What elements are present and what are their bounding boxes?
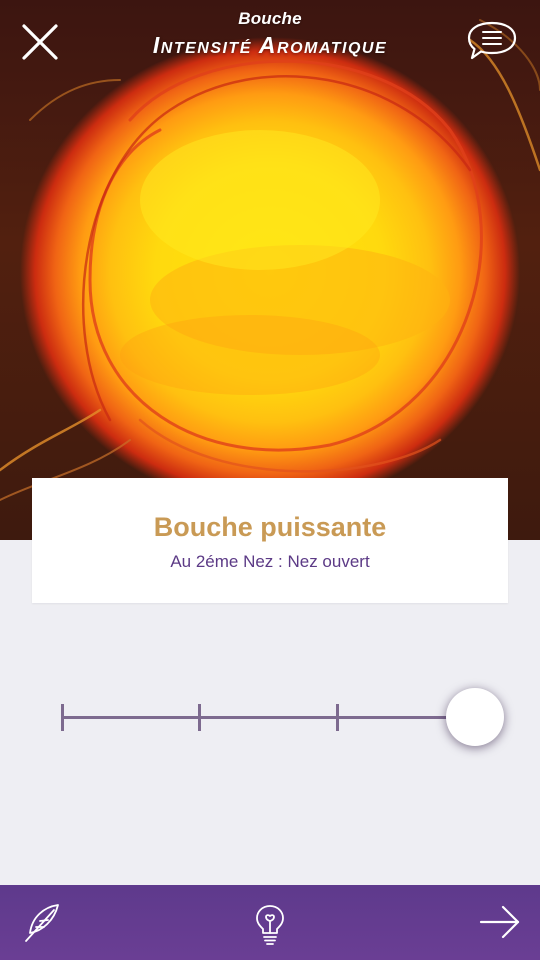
page-title: Intensité Aromatique (152, 32, 388, 58)
header-title-block: Bouche Intensité Aromatique (110, 9, 430, 59)
arrow-right-icon (479, 905, 520, 939)
close-button[interactable] (18, 20, 62, 64)
slider-thumb[interactable] (446, 688, 504, 746)
lightbulb-icon (256, 905, 284, 945)
intensity-slider[interactable] (50, 680, 520, 760)
swirl-strokes (0, 19, 540, 501)
next-button[interactable] (476, 899, 524, 947)
result-card: Bouche puissante Au 2éme Nez : Nez ouver… (32, 478, 508, 603)
tips-button[interactable] (246, 899, 294, 947)
close-icon (22, 24, 58, 60)
hero-illustration: Bouche Intensité Aromatique (0, 0, 540, 540)
slider-tick[interactable] (336, 704, 339, 731)
result-subtitle: Au 2éme Nez : Nez ouvert (170, 552, 370, 571)
menu-button[interactable] (466, 20, 518, 62)
result-title: Bouche puissante (153, 512, 387, 542)
notes-button[interactable] (18, 899, 66, 947)
aroma-intensity-screen: Bouche Intensité Aromatique Bouche puiss… (0, 0, 540, 960)
slider-track[interactable] (62, 716, 482, 719)
feather-icon (25, 904, 59, 942)
bottom-bar (0, 885, 540, 960)
menu-bubble-icon (467, 21, 517, 60)
section-label: Bouche (238, 9, 302, 28)
slider-tick[interactable] (198, 704, 201, 731)
slider-tick[interactable] (61, 704, 64, 731)
